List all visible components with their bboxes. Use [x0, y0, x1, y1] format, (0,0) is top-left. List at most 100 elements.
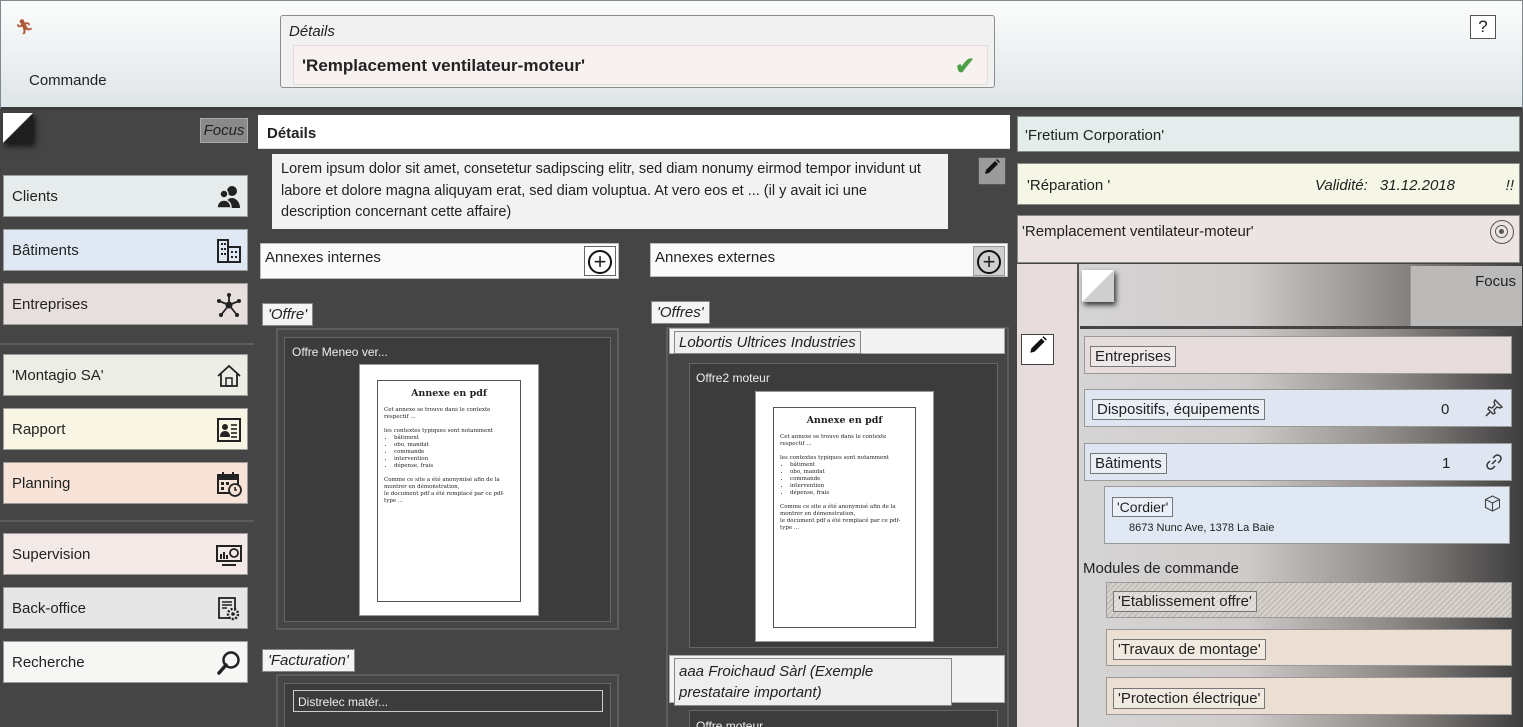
external-annexes-label: Annexes externes — [655, 249, 776, 266]
validity-date: 31.12.2018 — [1379, 177, 1455, 194]
pdf-line: le document pdf a été remplacé par ce pd… — [384, 491, 505, 504]
pdf-line: Comme ce site a été anonymisé afin de la… — [384, 477, 500, 490]
order-type-box[interactable]: 'Réparation ' Validité: 31.12.2018 !! — [1017, 163, 1520, 205]
header-bar: 🏃︎ Commande Détails 'Remplacement ventil… — [0, 0, 1523, 110]
pdf-line: Cet annexe se trouve dans le contexte re… — [384, 407, 491, 420]
internal-annexes-label: Annexes internes — [265, 249, 381, 266]
group-tag-offres[interactable]: 'Offres' — [651, 301, 710, 324]
annex-card[interactable]: Distrelec matér... — [284, 683, 611, 727]
row-label: Entreprises — [1090, 346, 1176, 367]
sidebar-item-recherche[interactable]: Recherche — [3, 641, 248, 683]
sidebar-item-clients[interactable]: Clients — [3, 175, 248, 217]
sidebar-divider — [0, 343, 254, 345]
annex-card[interactable]: Offre Meneo ver... Annexe en pdf Cet ann… — [284, 337, 611, 622]
annex-card-title-box: Distrelec matér... — [293, 690, 603, 712]
sidebar-item-batiments[interactable]: Bâtiments — [3, 229, 248, 271]
row-entreprises[interactable]: Entreprises — [1084, 336, 1512, 374]
add-internal-annex-button[interactable]: + — [584, 246, 616, 276]
add-external-annex-button[interactable]: + — [973, 246, 1005, 276]
internal-annex-group: Distrelec matér... — [276, 674, 619, 727]
focus-button[interactable]: Focus — [1410, 266, 1522, 326]
focus-label: Focus — [1475, 273, 1516, 290]
sidebar-item-rapport[interactable]: Rapport — [3, 408, 248, 450]
company-box[interactable]: 'Fretium Corporation' — [1017, 116, 1520, 152]
details-panel: Détails 'Remplacement ventilateur-moteur… — [280, 15, 995, 88]
annex-card[interactable]: Offre2 moteur Annexe en pdf Cet annexe s… — [689, 363, 998, 648]
building-address: 8673 Nunc Ave, 1378 La Baie — [1129, 522, 1275, 534]
details-header: Détails — [258, 115, 1010, 149]
sidebar-item-label: 'Montagio SA' — [12, 367, 104, 384]
row-count: 0 — [1441, 401, 1450, 418]
pdf-page: Annexe en pdf Cet annexe se trouve dans … — [773, 407, 916, 628]
details-value: 'Remplacement ventilateur-moteur' — [302, 56, 585, 75]
pin-icon[interactable] — [1485, 398, 1504, 422]
sidebar-item-label: Supervision — [12, 546, 91, 563]
details-title: Détails — [267, 125, 317, 142]
module-protection-electrique[interactable]: 'Protection électrique' — [1106, 677, 1512, 715]
users-icon — [216, 184, 242, 210]
cube-icon[interactable] — [1484, 495, 1501, 517]
order-title: 'Remplacement ventilateur-moteur' — [1022, 223, 1254, 240]
pdf-bullet: bâtiment — [790, 462, 909, 469]
sidebar-item-entreprises[interactable]: Entreprises — [3, 283, 248, 325]
module-label: 'Protection électrique' — [1113, 688, 1266, 709]
pdf-page: Annexe en pdf Cet annexe se trouve dans … — [377, 380, 521, 602]
pencil-icon — [1029, 336, 1047, 353]
pdf-bullet: obo, mandat — [790, 469, 909, 476]
runner-logo-icon: 🏃︎ — [15, 19, 35, 36]
external-annexes-header: Annexes externes + — [650, 243, 1008, 277]
edit-description-button[interactable] — [978, 157, 1006, 185]
sidebar-item-planning[interactable]: Planning — [3, 462, 248, 504]
sidebar-item-label: Bâtiments — [12, 242, 79, 259]
module-etablissement-offre[interactable]: 'Etablissement offre' — [1106, 582, 1512, 618]
edit-order-button[interactable] — [1021, 334, 1054, 365]
settings-doc-icon — [216, 596, 242, 622]
internal-annexes-header: Annexes internes + — [260, 243, 619, 279]
order-title-box[interactable]: 'Remplacement ventilateur-moteur' — [1017, 215, 1520, 263]
sidebar-item-montagio[interactable]: 'Montagio SA' — [3, 354, 248, 396]
pdf-line: le document pdf a été remplacé par ce pd… — [780, 518, 901, 531]
company-name: 'Fretium Corporation' — [1025, 127, 1165, 144]
validity-warning: !! — [1505, 177, 1514, 194]
row-dispositifs[interactable]: Dispositifs, équipements 0 — [1084, 389, 1512, 427]
help-button[interactable]: ? — [1470, 15, 1496, 39]
pdf-bullet: intervention — [790, 483, 909, 490]
pdf-title: Annexe en pdf — [806, 415, 883, 426]
pdf-line: les contextes typiques sont notamment — [384, 428, 494, 434]
pdf-line: Comme ce site a été anonymisé afin de la… — [780, 504, 896, 517]
module-label: 'Travaux de montage' — [1113, 639, 1266, 660]
sidebar-divider — [0, 520, 254, 522]
description-text: Lorem ipsum dolor sit amet, consetetur s… — [272, 154, 948, 229]
pdf-bullet: obo, mandat — [394, 442, 514, 449]
annex-card[interactable]: Offre moteur — [689, 710, 998, 727]
modules-label: Modules de commande — [1083, 560, 1239, 577]
monitor-icon — [216, 542, 242, 568]
checkmark-icon[interactable]: ✔ — [955, 52, 975, 81]
pdf-thumbnail[interactable]: Annexe en pdf Cet annexe se trouve dans … — [359, 364, 539, 616]
link-icon[interactable] — [1485, 453, 1503, 476]
pdf-thumbnail[interactable]: Annexe en pdf Cet annexe se trouve dans … — [755, 391, 934, 642]
calendar-icon — [216, 471, 242, 497]
sidebar-item-supervision[interactable]: Supervision — [3, 533, 248, 575]
target-icon[interactable] — [1490, 220, 1514, 244]
group-tag-facturation[interactable]: 'Facturation' — [262, 649, 355, 672]
group-tag-offre[interactable]: 'Offre' — [262, 303, 314, 326]
annex-card-title: Offre2 moteur — [696, 371, 770, 385]
focus-divider — [1080, 326, 1520, 329]
details-field[interactable]: 'Remplacement ventilateur-moteur' ✔ — [293, 45, 988, 85]
page-corner-toggle[interactable] — [1082, 270, 1114, 302]
pdf-line: Cet annexe se trouve dans le contexte re… — [780, 434, 887, 447]
row-batiments[interactable]: Bâtiments 1 — [1084, 443, 1512, 481]
plus-circle-icon: + — [588, 249, 612, 274]
building-card[interactable]: 'Cordier' 8673 Nunc Ave, 1378 La Baie — [1104, 486, 1510, 544]
firm-tag-lobortis[interactable]: Lobortis Ultrices Industries — [674, 331, 861, 354]
focus-button[interactable]: Focus — [200, 118, 248, 143]
order-type: 'Réparation ' — [1027, 177, 1111, 194]
row-count: 1 — [1442, 455, 1451, 472]
page-corner-toggle[interactable] — [3, 113, 33, 143]
sidebar-item-back-office[interactable]: Back-office — [3, 587, 248, 629]
firm-tag-froichaud[interactable]: aaa Froichaud Sàrl (Exemple prestataire … — [674, 658, 952, 706]
building-name: 'Cordier' — [1112, 497, 1174, 517]
module-travaux-montage[interactable]: 'Travaux de montage' — [1106, 629, 1512, 666]
annex-card-title: Offre Meneo ver... — [292, 345, 388, 359]
